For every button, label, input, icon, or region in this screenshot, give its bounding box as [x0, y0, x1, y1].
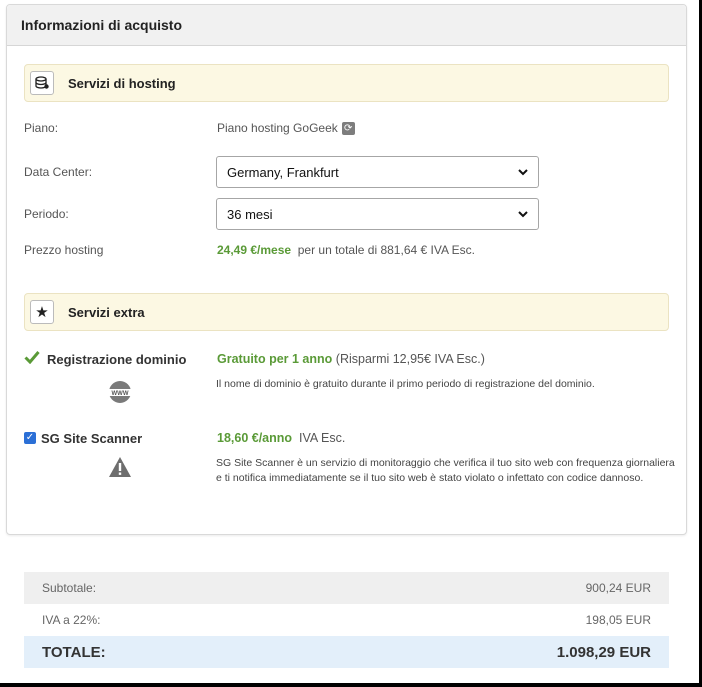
total-row: TOTALE: 1.098,29 EUR — [24, 636, 669, 668]
site-scanner-description: SG Site Scanner è un servizio di monitor… — [216, 457, 675, 484]
refresh-icon[interactable]: ⟳ — [341, 122, 355, 136]
vat-label: IVA a 22%: — [42, 613, 101, 627]
checkmark-icon — [24, 350, 40, 369]
hosting-price-total: per un totale di 881,64 € IVA Esc. — [297, 243, 475, 257]
domain-registration-name: Registrazione dominio — [47, 352, 187, 367]
vat-row: IVA a 22%: 198,05 EUR — [24, 604, 669, 636]
site-scanner-price-value: 18,60 €/anno — [217, 431, 293, 445]
total-value: 1.098,29 EUR — [556, 643, 651, 661]
star-icon: ★ — [30, 300, 54, 324]
domain-price: Gratuito per 1 anno (Risparmi 12,95€ IVA… — [217, 352, 485, 366]
plan-name: Piano hosting GoGeek — [217, 121, 338, 135]
site-scanner-checkbox[interactable]: ✓ — [24, 432, 36, 444]
domain-price-value: Gratuito per 1 anno — [217, 352, 333, 366]
hosting-price: 24,49 €/mese per un totale di 881,64 € I… — [217, 243, 475, 257]
hosting-price-value: 24,49 €/mese — [217, 243, 292, 257]
extra-section-title: Servizi extra — [68, 304, 145, 320]
chevron-down-icon — [518, 165, 528, 182]
period-select[interactable]: 36 mesi — [216, 198, 539, 230]
chevron-down-icon — [518, 207, 528, 224]
plan-value: Piano hosting GoGeek ⟳ — [217, 121, 355, 136]
period-label: Periodo: — [24, 207, 69, 221]
panel-title: Informazioni di acquisto — [7, 5, 686, 46]
datacenter-select[interactable]: Germany, Frankfurt — [216, 156, 539, 188]
window-border-bottom — [0, 683, 702, 687]
site-scanner-name: SG Site Scanner — [41, 431, 143, 446]
www-icon-text: WWW — [112, 391, 129, 397]
site-scanner-price: 18,60 €/anno IVA Esc. — [217, 431, 345, 445]
datacenter-label: Data Center: — [24, 165, 93, 179]
total-label: TOTALE: — [42, 643, 106, 661]
extra-section-header: ★ Servizi extra — [24, 293, 669, 331]
site-scanner-price-suffix: IVA Esc. — [299, 431, 346, 445]
www-icon: WWW — [108, 380, 132, 409]
hosting-price-label: Prezzo hosting — [24, 243, 104, 257]
hosting-section-title: Servizi di hosting — [68, 75, 176, 91]
period-selected-value: 36 mesi — [227, 206, 273, 222]
subtotal-value: 900,24 EUR — [585, 581, 651, 595]
domain-savings: (Risparmi 12,95€ IVA Esc.) — [335, 352, 485, 366]
subtotal-label: Subtotale: — [42, 581, 97, 595]
datacenter-selected-value: Germany, Frankfurt — [227, 164, 339, 180]
vat-value: 198,05 EUR — [585, 613, 651, 627]
domain-description: Il nome di dominio è gratuito durante il… — [216, 378, 595, 390]
subtotal-row: Subtotale: 900,24 EUR — [24, 572, 669, 604]
plan-label: Piano: — [24, 121, 59, 135]
database-icon — [30, 71, 54, 95]
warning-icon — [108, 456, 132, 483]
hosting-section-header: Servizi di hosting — [24, 64, 669, 102]
